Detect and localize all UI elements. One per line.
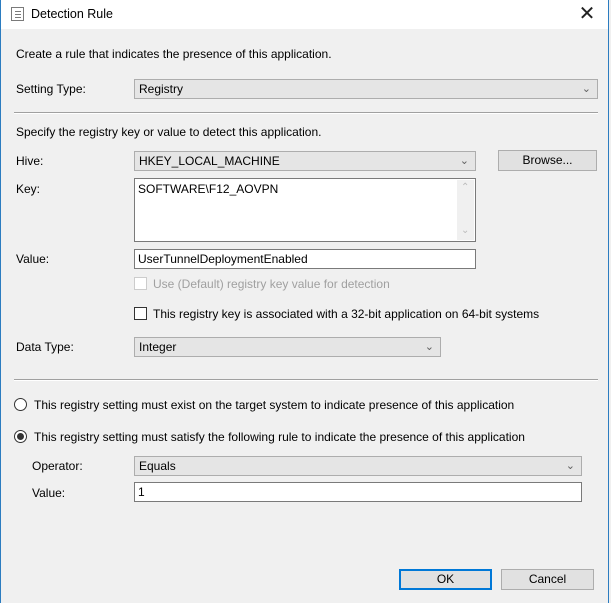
key-textarea[interactable]: SOFTWARE\F12_AOVPN ⌃ ⌄: [134, 178, 476, 242]
rule-value-label: Value:: [32, 486, 66, 500]
radio-selected-dot: [17, 433, 24, 440]
title-bar: Detection Rule ✕: [1, 0, 608, 29]
data-type-select[interactable]: Integer ⌄: [134, 337, 441, 357]
ok-button[interactable]: OK: [399, 569, 492, 590]
rule-value-input[interactable]: 1: [134, 482, 582, 502]
chevron-down-icon: ⌄: [424, 341, 434, 353]
rule-value-text: 1: [138, 485, 145, 499]
key-value: SOFTWARE\F12_AOVPN: [138, 182, 279, 196]
chevron-down-icon: ⌄: [459, 155, 469, 167]
setting-type-value: Registry: [139, 82, 184, 96]
hive-label: Hive:: [16, 154, 44, 168]
close-button[interactable]: ✕: [576, 3, 598, 25]
window-title: Detection Rule: [31, 7, 113, 21]
close-icon: ✕: [578, 3, 596, 25]
must-satisfy-label: This registry setting must satisfy the f…: [34, 430, 525, 444]
32bit-label: This registry key is associated with a 3…: [153, 307, 540, 321]
registry-heading: Specify the registry key or value to det…: [16, 125, 322, 139]
browse-button[interactable]: Browse...: [498, 150, 597, 171]
scroll-up-icon[interactable]: ⌃: [461, 182, 469, 193]
operator-label: Operator:: [32, 459, 83, 473]
intro-text: Create a rule that indicates the presenc…: [16, 47, 332, 61]
use-default-checkbox[interactable]: [134, 277, 147, 290]
data-type-label: Data Type:: [16, 340, 74, 354]
value-input-text: UserTunnelDeploymentEnabled: [138, 252, 308, 266]
value-label: Value:: [16, 252, 50, 266]
separator: [14, 112, 598, 114]
operator-select[interactable]: Equals ⌄: [134, 456, 582, 476]
32bit-checkbox[interactable]: [134, 307, 147, 320]
setting-type-select[interactable]: Registry ⌄: [134, 79, 598, 99]
use-default-label: Use (Default) registry key value for det…: [153, 277, 390, 291]
document-list-icon: [11, 7, 24, 21]
key-label: Key:: [16, 182, 41, 196]
hive-value: HKEY_LOCAL_MACHINE: [139, 154, 280, 168]
chevron-down-icon: ⌄: [565, 460, 575, 472]
data-type-value: Integer: [139, 340, 177, 354]
scroll-down-icon[interactable]: ⌄: [461, 225, 469, 236]
cancel-button[interactable]: Cancel: [501, 569, 594, 590]
setting-type-label: Setting Type:: [16, 82, 86, 96]
separator: [14, 379, 598, 381]
detection-rule-dialog: Detection Rule ✕ Create a rule that indi…: [0, 0, 609, 603]
key-scrollbar[interactable]: ⌃ ⌄: [457, 180, 474, 240]
chevron-down-icon: ⌄: [581, 83, 591, 95]
operator-value: Equals: [139, 459, 176, 473]
value-input[interactable]: UserTunnelDeploymentEnabled: [134, 249, 476, 269]
must-satisfy-radio[interactable]: [14, 430, 27, 443]
hive-select[interactable]: HKEY_LOCAL_MACHINE ⌄: [134, 151, 476, 171]
must-exist-label: This registry setting must exist on the …: [34, 398, 515, 412]
must-exist-radio[interactable]: [14, 398, 27, 411]
